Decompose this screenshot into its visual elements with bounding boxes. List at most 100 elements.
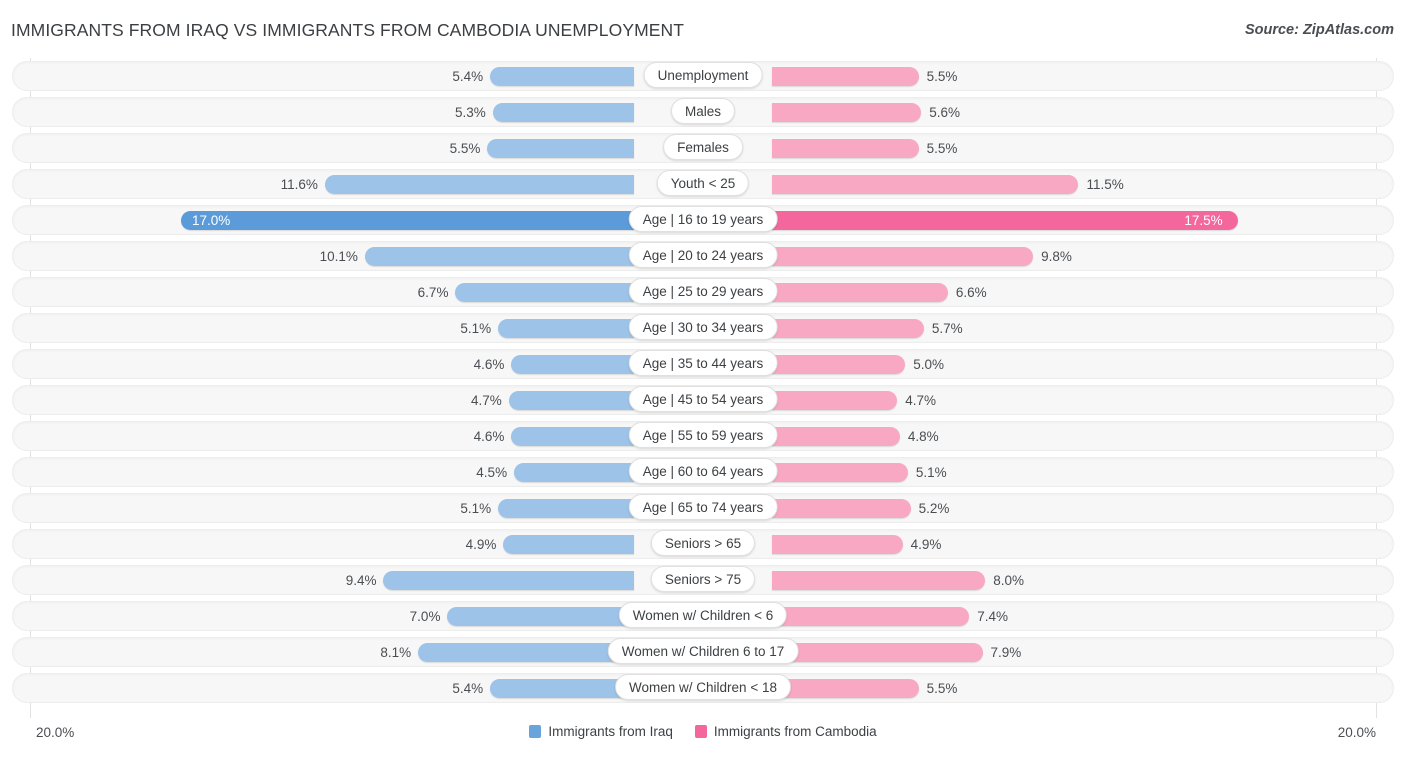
bar-value-right: 4.9% [911,536,942,553]
bar-right [772,499,911,518]
bar-row: 4.7% 4.7% Age | 45 to 54 years [0,382,1406,418]
bar-value-right: 9.8% [1041,248,1072,265]
bar-right [772,679,919,698]
bar-row: 4.9% 4.9% Seniors > 65 [0,526,1406,562]
bar-value-right: 4.8% [908,428,939,445]
bar-value-left: 17.0% [192,212,230,229]
chart-legend: Immigrants from Iraq Immigrants from Camb… [0,724,1406,739]
bar-value-left: 7.0% [410,608,441,625]
category-label: Youth < 25 [657,170,749,196]
category-label: Age | 16 to 19 years [629,206,778,232]
bar-left [455,283,634,302]
bar-left [490,679,634,698]
bar-right [772,571,985,590]
category-label: Age | 45 to 54 years [629,386,778,412]
bar-value-right: 11.5% [1086,176,1123,193]
chart-header: IMMIGRANTS FROM IRAQ VS IMMIGRANTS FROM … [0,0,1406,58]
category-label: Age | 60 to 64 years [629,458,778,484]
bar-value-right: 5.6% [929,104,960,121]
bar-value-left: 5.5% [450,140,481,157]
bar-right [772,463,908,482]
bar-right [772,535,903,554]
bar-value-left: 9.4% [346,572,377,589]
source-label: Source: ZipAtlas.com [1245,22,1394,38]
chart-footer: 20.0% Immigrants from IraqImmigrants fro… [0,718,1406,757]
category-label: Age | 20 to 24 years [629,242,778,268]
bar-right [772,139,919,158]
legend-swatch-icon [695,725,707,738]
category-label: Age | 30 to 34 years [629,314,778,340]
axis-label-right: 20.0% [1338,725,1376,740]
bar-left [447,607,634,626]
bar-row: 5.1%5.7%Age | 30 to 34 years [0,310,1406,346]
category-label: Age | 65 to 74 years [629,494,778,520]
bar-value-right: 5.5% [927,140,958,157]
bar-value-left: 5.3% [455,104,486,121]
bar-value-left: 4.6% [474,428,505,445]
bar-value-right: 4.7% [905,392,936,409]
category-label: Women w/ Children < 6 [619,602,787,628]
bar-row: 4.6% 5.0% Age | 35 to 44 years [0,346,1406,382]
bar-row: 10.1% 9.8% Age | 20 to 24 years [0,238,1406,274]
legend-item[interactable]: Immigrants from Iraq [529,724,673,739]
bar-right [772,103,921,122]
bar-right [772,427,900,446]
bar-right [772,391,897,410]
category-label: Seniors > 65 [651,530,755,556]
category-label: Women w/ Children 6 to 17 [608,638,799,664]
bar-row: 5.3% 5.6% Males [0,94,1406,130]
bar-left [325,175,634,194]
bar-row: 5.4%5.5%Women w/ Children < 18 [0,670,1406,706]
bar-value-right: 5.2% [919,500,950,517]
category-label: Unemployment [644,62,763,88]
legend-label: Immigrants from Iraq [548,724,673,739]
category-label: Females [663,134,743,160]
bar-value-left: 10.1% [320,248,358,265]
bar-value-right: 17.5% [1184,212,1222,229]
bar-value-left: 4.6% [474,356,505,373]
bar-value-left: 4.9% [466,536,497,553]
bar-right [772,67,919,86]
bar-right [772,607,969,626]
bar-left [503,535,634,554]
bar-right [772,211,1238,230]
bar-value-left: 8.1% [380,644,411,661]
bar-left [511,355,634,374]
bar-value-right: 5.0% [913,356,944,373]
bar-row: 4.6%4.8%Age | 55 to 59 years [0,418,1406,454]
bar-left [181,211,634,230]
bar-left [509,391,634,410]
bar-left [487,139,634,158]
bar-value-right: 5.5% [927,68,958,85]
bar-left [490,67,634,86]
legend-item[interactable]: Immigrants from Cambodia [695,724,877,739]
bar-value-right: 5.7% [932,320,963,337]
category-label: Seniors > 75 [651,566,755,592]
bar-value-left: 11.6% [281,176,318,193]
bar-left [493,103,634,122]
bar-value-left: 4.5% [476,464,507,481]
bar-left [514,463,634,482]
bar-row: 5.5% 5.5% Females [0,130,1406,166]
bar-left [383,571,634,590]
category-label: Age | 25 to 29 years [629,278,778,304]
bar-row: 7.0%7.4%Women w/ Children < 6 [0,598,1406,634]
category-label: Males [671,98,735,124]
bar-value-left: 5.4% [452,68,483,85]
bar-value-left: 6.7% [418,284,449,301]
bar-row: 4.5%5.1%Age | 60 to 64 years [0,454,1406,490]
page-title: IMMIGRANTS FROM IRAQ VS IMMIGRANTS FROM … [11,20,684,41]
bar-left [511,427,634,446]
bar-left [498,319,634,338]
category-label: Women w/ Children < 18 [615,674,791,700]
bar-row: 5.1%5.2%Age | 65 to 74 years [0,490,1406,526]
bar-right [772,319,924,338]
category-label: Age | 35 to 44 years [629,350,778,376]
bar-row: 9.4%8.0%Seniors > 75 [0,562,1406,598]
bar-rows-container: 5.4%5.5%Unemployment5.3%5.6%Males5.5%5.5… [0,58,1406,706]
bar-right [772,247,1033,266]
legend-swatch-icon [529,725,541,738]
bar-value-left: 4.7% [471,392,502,409]
bar-right [772,643,983,662]
bar-right [772,175,1078,194]
